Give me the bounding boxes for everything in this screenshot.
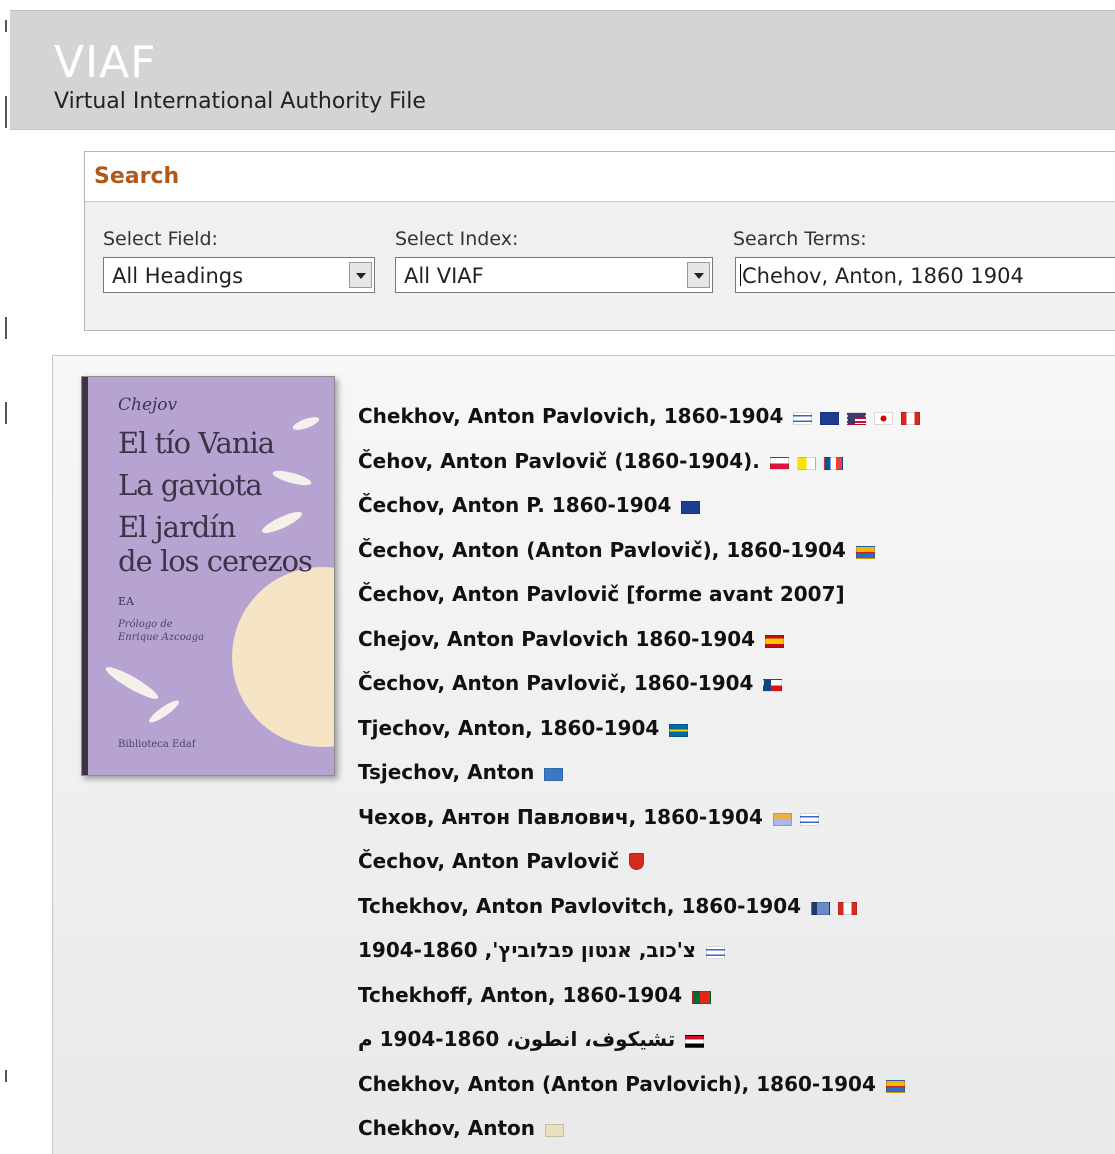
heading-link[interactable]: Tchekhoff, Anton, 1860-1904	[358, 983, 682, 1007]
sweden-flag-icon[interactable]	[669, 723, 689, 737]
france-flag-icon[interactable]	[823, 456, 843, 470]
edge-tick	[5, 1070, 7, 1082]
heading-link[interactable]: Čechov, Anton Pavlovič [forme avant 2007…	[358, 582, 845, 606]
portugal-flag-icon[interactable]	[692, 990, 712, 1004]
select-index-dropdown[interactable]: All VIAF	[395, 257, 713, 293]
heading-link[interactable]: צ'כוב, אנטון פבלוביץ', 1904-1860	[358, 938, 696, 962]
edge-tick	[5, 317, 7, 339]
rero-icon[interactable]	[855, 590, 874, 603]
heading-row: Chejov, Anton Pavlovich 1860-1904	[358, 619, 785, 659]
switzerland-shield-icon[interactable]	[629, 853, 645, 870]
heading-link[interactable]: Čehov, Anton Pavlovič (1860-1904).	[358, 449, 760, 473]
dnb-icon[interactable]	[681, 501, 701, 514]
left-edge	[0, 0, 10, 1153]
cover-publisher-mark: EA	[118, 595, 134, 608]
heading-link[interactable]: Tjechov, Anton, 1860-1904	[358, 716, 659, 740]
cover-title-line: El tío Vania	[118, 426, 275, 460]
cover-bird	[146, 697, 182, 726]
site-header: VIAF Virtual International Authority Fil…	[10, 10, 1115, 130]
heading-link[interactable]: تشيكوف، انطون، 1860-1904 م	[358, 1027, 675, 1051]
select-field-dropdown[interactable]: All Headings	[103, 257, 375, 293]
heading-link[interactable]: Чехов, Антон Павлович, 1860-1904	[358, 805, 763, 829]
vatican-flag-icon[interactable]	[796, 456, 816, 470]
chevron-down-icon[interactable]	[687, 262, 710, 288]
japan-flag-icon[interactable]	[874, 412, 894, 425]
cover-author: Chejov	[118, 395, 178, 415]
israel-flag-icon[interactable]	[793, 412, 813, 425]
search-header: Search	[85, 152, 1115, 202]
canada-flag-icon[interactable]	[901, 412, 921, 425]
heading-link[interactable]: Čechov, Anton P. 1860-1904	[358, 493, 671, 517]
search-title: Search	[94, 164, 180, 189]
cover-bird	[259, 508, 305, 537]
czech-flag-icon[interactable]	[763, 679, 783, 692]
heading-row: Čechov, Anton P. 1860-1904	[358, 485, 701, 525]
cover-bird	[271, 467, 313, 489]
heading-link[interactable]: Čechov, Anton Pavlovič	[358, 849, 619, 873]
heading-row: Čechov, Anton (Anton Pavlovič), 1860-190…	[358, 530, 875, 570]
search-terms-input[interactable]	[735, 257, 1115, 293]
select-index-label: Select Index:	[395, 228, 519, 250]
heading-row: تشيكوف، انطون، 1860-1904 م	[358, 1019, 705, 1059]
heading-link[interactable]: Chekhov, Anton Pavlovich, 1860-1904	[358, 404, 783, 428]
text-cursor	[740, 264, 741, 286]
heading-row: Chekhov, Anton (Anton Pavlovich), 1860-1…	[358, 1064, 905, 1104]
site-tagline: Virtual International Authority File	[54, 89, 426, 114]
edge-tick	[5, 402, 7, 424]
select-field-label: Select Field:	[103, 228, 218, 250]
heading-row: Čechov, Anton Pavlovič [forme avant 2007…	[358, 574, 874, 614]
chevron-down-icon[interactable]	[349, 262, 372, 288]
edge-tick	[5, 96, 7, 128]
cover-moon	[232, 567, 334, 747]
australia-flag-icon[interactable]	[820, 412, 840, 425]
heading-link[interactable]: Čechov, Anton Pavlovič, 1860-1904	[358, 671, 753, 695]
cover-bird	[103, 662, 161, 704]
search-panel: Search Select Field: All Headings Select…	[84, 151, 1115, 331]
egypt-flag-icon[interactable]	[685, 1035, 705, 1048]
heading-link[interactable]: Tsjechov, Anton	[358, 760, 534, 784]
select-index-value: All VIAF	[404, 264, 484, 288]
library-building-icon[interactable]	[772, 812, 792, 826]
canada-flag-icon[interactable]	[838, 901, 858, 915]
heading-link[interactable]: Chejov, Anton Pavlovich 1860-1904	[358, 627, 755, 651]
viaf-logo[interactable]: VIAF	[54, 41, 156, 85]
heading-row: Tchekhov, Anton Pavlovitch, 1860-1904	[358, 886, 858, 926]
israel-flag-icon[interactable]	[799, 812, 819, 826]
book-icon[interactable]	[811, 901, 831, 915]
heading-row: Chekhov, Anton Pavlovich, 1860-1904	[358, 396, 921, 436]
poland-flag-icon[interactable]	[769, 456, 789, 470]
catalonia-library-icon[interactable]	[855, 545, 875, 559]
usa-flag-icon[interactable]	[847, 412, 867, 425]
heading-row: Čechov, Anton Pavlovič, 1860-1904	[358, 663, 783, 703]
catalonia-library-icon[interactable]	[885, 1079, 905, 1093]
heading-row: Čehov, Anton Pavlovič (1860-1904).	[358, 441, 843, 481]
book-cover-image: Chejov El tío Vania La gaviota El jardín…	[81, 376, 335, 776]
heading-link[interactable]: Chekhov, Anton (Anton Pavlovich), 1860-1…	[358, 1072, 876, 1096]
heading-link[interactable]: Chekhov, Anton	[358, 1116, 535, 1140]
cover-spine	[82, 377, 88, 775]
cover-title-line: La gaviota	[118, 468, 263, 502]
wikipedia-icon[interactable]	[544, 1124, 564, 1137]
israel-flag-icon[interactable]	[705, 946, 725, 959]
cover-series: Biblioteca Edaf	[118, 739, 196, 750]
cover-title-line: El jardín	[118, 510, 236, 544]
heading-row: Чехов, Антон Павлович, 1860-1904	[358, 797, 819, 837]
heading-row: Čechov, Anton Pavlovič	[358, 841, 645, 881]
heading-row: צ'כוב, אנטון פבלוביץ', 1904-1860	[358, 930, 725, 970]
heading-row: Tchekhoff, Anton, 1860-1904	[358, 975, 712, 1015]
spain-flag-icon[interactable]	[765, 634, 785, 648]
cover-title-line: de los cerezos	[118, 544, 313, 578]
cover-bird	[291, 414, 321, 433]
cover-prologue: Prólogo de Enrique Azcoaga	[118, 619, 205, 643]
select-field-value: All Headings	[112, 264, 244, 288]
heading-row: Chekhov, Anton	[358, 1108, 564, 1148]
heading-row: Tsjechov, Anton	[358, 752, 564, 792]
edge-tick	[5, 20, 7, 32]
search-form: Select Field: All Headings Select Index:…	[85, 202, 1115, 330]
search-terms-label: Search Terms:	[733, 228, 867, 250]
heading-link[interactable]: Tchekhov, Anton Pavlovitch, 1860-1904	[358, 894, 801, 918]
heading-row: Tjechov, Anton, 1860-1904	[358, 708, 689, 748]
flacc-icon[interactable]	[544, 768, 564, 781]
heading-link[interactable]: Čechov, Anton (Anton Pavlovič), 1860-190…	[358, 538, 846, 562]
